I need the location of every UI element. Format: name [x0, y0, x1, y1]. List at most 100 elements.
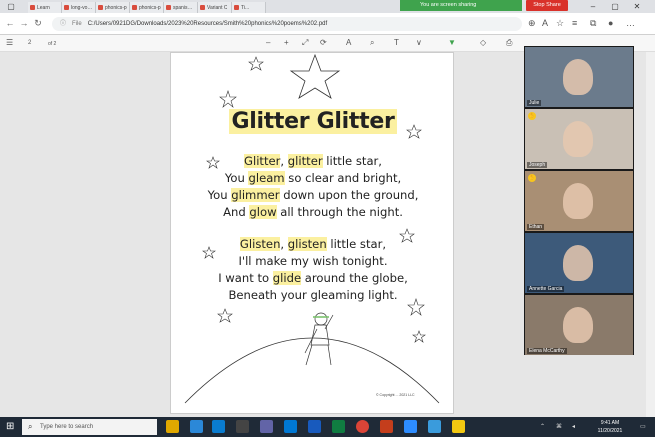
tab-label: Variant C — [207, 4, 228, 11]
poem-title-text: Glitter Glitter — [229, 109, 397, 134]
close-window-icon[interactable]: ✕ — [626, 1, 648, 12]
add-text-icon[interactable]: ⌕ — [370, 38, 374, 48]
participants-panel: Julie ✋ Joseph ✋ Ethan Annette Garcia Elena Mc… — [524, 46, 634, 355]
highlighted-word: Glitter — [244, 154, 281, 168]
erase-icon[interactable]: ◇ — [480, 38, 486, 47]
tab-label: Learn — [37, 4, 50, 11]
url-field[interactable]: ⓘ File C:/Users/0921DG/Downloads/2023%20Re… — [52, 17, 522, 31]
browser-tab[interactable]: Ti... — [232, 2, 266, 13]
windows-start-icon[interactable]: ⊞ — [6, 421, 14, 432]
participant-video-tile[interactable]: ✋ Ethan — [525, 171, 633, 231]
pdf-file-icon — [98, 5, 103, 10]
big-star-icon — [289, 53, 341, 99]
taskbar-search[interactable]: ⌕ Type here to search — [22, 419, 157, 435]
mail-icon[interactable] — [284, 420, 297, 433]
chrome-icon[interactable] — [356, 420, 369, 433]
small-star-icon — [412, 330, 426, 343]
pdf-file-icon — [200, 5, 205, 10]
rotate-icon[interactable]: ⟳ — [320, 38, 327, 47]
word-icon[interactable] — [308, 420, 321, 433]
poem-line: Glisten, glisten little star, — [171, 236, 453, 253]
profile-icon[interactable]: ● — [608, 18, 613, 28]
pdf-page: Glitter Glitter Glitter, glitter little … — [170, 52, 454, 414]
participant-video-tile[interactable]: ✋ Joseph — [525, 109, 633, 169]
clock-time: 9:41 AM — [600, 420, 620, 426]
tab-label: phonics-p — [105, 4, 127, 11]
text-icon[interactable]: T — [394, 38, 399, 47]
file-explorer-icon[interactable] — [166, 420, 179, 433]
pdf-file-icon — [64, 5, 69, 10]
zoom-in-icon[interactable]: + — [284, 38, 289, 47]
zoom-app-icon[interactable] — [404, 420, 417, 433]
browser-tab[interactable]: Variant C — [198, 2, 232, 13]
highlighted-word: glitter — [287, 154, 323, 168]
favorite-icon[interactable]: ☆ — [556, 18, 564, 29]
reload-icon[interactable]: ↻ — [32, 18, 44, 29]
participant-video-tile[interactable]: Elena McCarthy — [525, 295, 633, 355]
poem-illustration — [184, 53, 440, 404]
calculator-icon[interactable] — [428, 420, 441, 433]
raised-hand-icon: ✋ — [528, 112, 536, 120]
teams-icon[interactable] — [260, 420, 273, 433]
notifications-icon[interactable]: ▭ — [640, 423, 646, 430]
contents-icon[interactable]: ☰ — [6, 38, 13, 47]
participant-name: Elena McCarthy — [527, 348, 567, 354]
participant-video-tile[interactable]: Annette Garcia — [525, 233, 633, 293]
tab-label: spanish-m — [173, 4, 195, 11]
file-label: File — [72, 21, 82, 27]
excel-icon[interactable] — [332, 420, 345, 433]
browser-tab[interactable]: phonics-p — [96, 2, 130, 13]
store-icon[interactable] — [236, 420, 249, 433]
edge-icon[interactable] — [190, 420, 203, 433]
read-aloud-icon[interactable]: A — [346, 38, 351, 47]
system-clock[interactable]: 9:41 AM 11/20/2021 — [590, 419, 630, 435]
highlight-icon[interactable]: ▼ — [448, 38, 456, 47]
tray-chevron-icon[interactable]: ⌃ — [540, 423, 545, 430]
edge-pdf-icon[interactable] — [212, 420, 225, 433]
highlighted-word: glow — [249, 205, 277, 219]
browser-tab[interactable]: long-vowel — [62, 2, 96, 13]
favorites-icon[interactable]: ≡ — [572, 18, 577, 28]
minimize-icon[interactable]: – — [582, 1, 604, 12]
print-icon[interactable]: ⎙ — [506, 38, 512, 48]
participant-video-tile[interactable]: Julie — [525, 47, 633, 107]
zoom-out-icon[interactable]: – — [266, 38, 270, 47]
tab-list: Learn long-vowel phonics-p phonics-p spanish… — [28, 2, 266, 13]
poem-text: so clear and bright, — [284, 171, 402, 185]
pdf-file-icon — [234, 5, 239, 10]
tab-search-icon[interactable]: ▢ — [0, 1, 22, 12]
address-bar: ← → ↻ ⓘ File C:/Users/0921DG/Downloads/202… — [0, 13, 655, 35]
scrollbar[interactable] — [646, 52, 655, 417]
browser-tab[interactable]: spanish-m — [164, 2, 198, 13]
read-aloud-icon[interactable]: A — [542, 18, 548, 28]
back-icon[interactable]: ← — [4, 18, 16, 28]
sticky-notes-icon[interactable] — [452, 420, 465, 433]
network-icon[interactable]: ⌘ — [556, 423, 562, 430]
tab-strip: ▢ Learn long-vowel phonics-p phonics-p spani… — [0, 0, 655, 13]
browser-tab[interactable]: Learn — [28, 2, 62, 13]
poem-text: You — [224, 171, 249, 185]
browser-tab[interactable]: phonics-p — [130, 2, 164, 13]
forward-icon[interactable]: → — [18, 18, 30, 28]
small-star-icon — [248, 56, 264, 71]
collections-icon[interactable]: ⧉ — [590, 18, 596, 29]
poem-line: You glimmer down upon the ground, — [171, 187, 453, 204]
page-number-input[interactable]: 2 — [28, 40, 31, 46]
draw-icon[interactable]: ∨ — [416, 38, 422, 47]
poem-title: Glitter Glitter — [171, 109, 453, 134]
search-icon: ⌕ — [28, 422, 33, 431]
maximize-icon[interactable]: ▢ — [604, 1, 626, 12]
participant-name: Julie — [527, 100, 542, 106]
highlighted-word: glide — [272, 271, 302, 285]
participant-avatar — [563, 183, 593, 219]
stop-share-button[interactable]: Stop Share — [526, 0, 568, 11]
volume-icon[interactable]: ◂ — [572, 423, 575, 430]
poem-line: You gleam so clear and bright, — [171, 170, 453, 187]
zoom-icon[interactable]: ⊕ — [528, 18, 536, 29]
more-icon[interactable]: … — [626, 18, 635, 28]
highlighted-word: gleam — [248, 171, 285, 185]
powerpoint-icon[interactable] — [380, 420, 393, 433]
poem-line: I want to glide around the globe, — [171, 270, 453, 287]
poem-stanza-2: Glisten, glisten little star, I'll make m… — [171, 236, 453, 304]
fit-page-icon[interactable]: ⤢ — [302, 38, 308, 48]
